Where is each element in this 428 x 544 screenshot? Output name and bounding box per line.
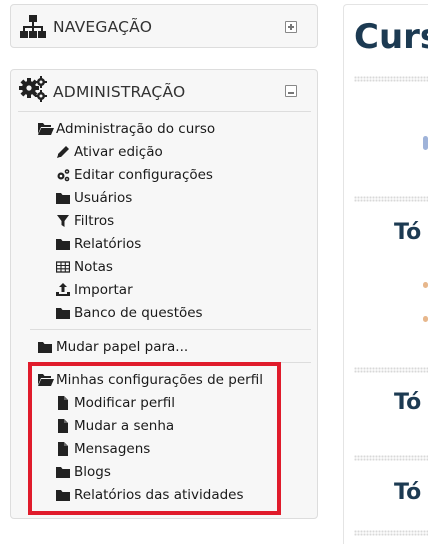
section-image xyxy=(423,136,428,150)
gears-icon xyxy=(19,76,49,108)
file-icon xyxy=(56,419,70,433)
folder-icon xyxy=(56,237,70,251)
topic-title: Tó xyxy=(394,480,422,505)
menu-item-label: Editar configurações xyxy=(74,167,213,183)
menu-item-label: Filtros xyxy=(74,213,115,229)
table-icon xyxy=(55,260,71,274)
divider xyxy=(30,329,311,330)
folder-icon xyxy=(56,306,70,320)
collapse-block-button[interactable] xyxy=(285,85,297,97)
menu-item-label: Mudar a senha xyxy=(74,418,175,434)
filter-icon xyxy=(56,214,70,228)
profile-settings-label: Minhas configurações de perfil xyxy=(56,372,263,388)
folder-icon xyxy=(38,340,52,354)
expand-block-button[interactable] xyxy=(285,21,297,33)
gears-icon xyxy=(56,168,70,182)
main-region xyxy=(343,4,428,544)
menu-item-label: Blogs xyxy=(74,464,111,480)
page-title: Curs xyxy=(354,17,428,57)
sitemap-icon xyxy=(19,15,47,43)
navigation-block: NAVEGAÇÃO xyxy=(10,4,318,48)
menu-item-label: Mensagens xyxy=(74,441,151,457)
menu-item-label: Notas xyxy=(74,259,113,275)
section-divider xyxy=(354,530,428,536)
course-admin-label: Administração do curso xyxy=(56,121,216,137)
section-divider xyxy=(354,455,428,461)
folder-icon xyxy=(56,488,70,502)
folder-icon xyxy=(56,191,70,205)
administration-header[interactable]: ADMINISTRAÇÃO xyxy=(11,70,317,114)
activity-icon xyxy=(423,316,428,322)
section-divider xyxy=(354,367,428,373)
pencil-icon xyxy=(56,145,70,159)
menu-item-label: Relatórios das atividades xyxy=(74,487,244,503)
file-icon xyxy=(56,442,70,456)
topic-title: Tó xyxy=(394,390,422,415)
menu-item-label: Importar xyxy=(74,282,133,298)
activity-icon xyxy=(423,282,428,288)
menu-item-label: Usuários xyxy=(74,190,133,206)
divider xyxy=(18,111,311,112)
administration-title: ADMINISTRAÇÃO xyxy=(53,83,186,101)
file-icon xyxy=(56,396,70,410)
topic-title: Tó xyxy=(394,220,422,245)
folder-open-icon xyxy=(38,122,54,136)
navigation-title: NAVEGAÇÃO xyxy=(53,18,153,36)
switch-role-label: Mudar papel para... xyxy=(56,339,189,355)
menu-item-label: Ativar edição xyxy=(74,144,163,160)
menu-item-label: Banco de questões xyxy=(74,305,203,321)
upload-icon xyxy=(56,283,70,297)
menu-item-label: Relatórios xyxy=(74,236,142,252)
folder-icon xyxy=(56,465,70,479)
folder-open-icon xyxy=(38,373,54,387)
menu-item-label: Modificar perfil xyxy=(74,395,175,411)
navigation-header[interactable]: NAVEGAÇÃO xyxy=(11,5,317,49)
section-divider xyxy=(354,76,428,82)
divider xyxy=(30,362,311,363)
section-divider xyxy=(354,196,428,202)
